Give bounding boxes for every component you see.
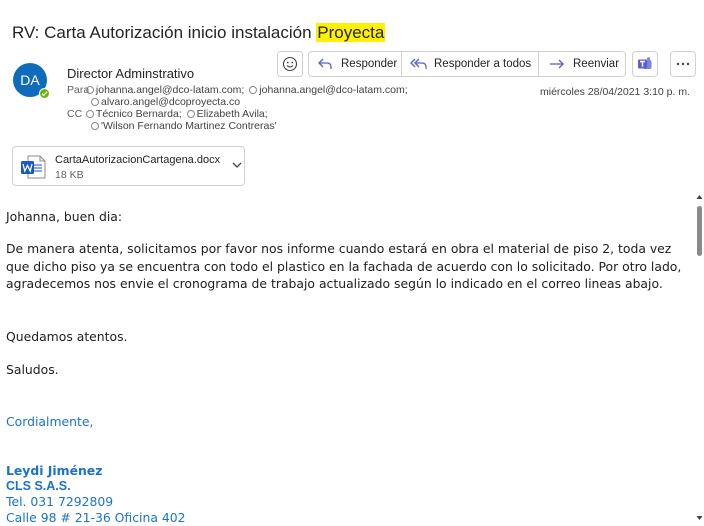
forward-icon	[550, 59, 564, 69]
presence-unknown-icon	[85, 110, 94, 118]
forward-label: Reenviar	[573, 58, 620, 70]
reply-all-icon	[410, 58, 427, 69]
presence-unknown-icon	[91, 98, 99, 106]
teams-button[interactable]	[632, 51, 658, 77]
presence-unknown-icon	[186, 110, 195, 118]
reply-label: Responder	[341, 58, 398, 70]
avatar-initials: DA	[20, 72, 40, 88]
to-line-2: alvaro.angel@dcoproyecta.co	[67, 96, 408, 108]
to-recipient[interactable]: johanna.angel@dco-latam.com;	[259, 84, 407, 96]
body-paragraph: De manera atenta, solicitamos por favor …	[6, 241, 682, 291]
more-icon	[676, 62, 690, 66]
reply-icon	[318, 58, 332, 69]
word-icon	[21, 155, 46, 179]
signature: Leydi Jiménez CLS S.A.S. Tel. 031 729280…	[6, 463, 186, 525]
reply-all-label: Responder a todos	[434, 58, 532, 70]
reply-actions-group: Responder Responder a todos Reenviar	[308, 51, 626, 77]
emoji-button[interactable]	[277, 51, 303, 77]
attachment-name: CartaAutorizacionCartagena.docx	[55, 154, 221, 166]
cc-recipient[interactable]: 'Wilson Fernando Martinez Contreras'	[101, 120, 277, 132]
signature-name: Leydi Jiménez	[6, 463, 103, 478]
sender-name[interactable]: Director Adminstrativo	[67, 66, 194, 81]
presence-unknown-icon	[85, 86, 94, 94]
reply-all-button[interactable]: Responder a todos	[402, 52, 538, 76]
cc-line-2: 'Wilson Fernando Martinez Contreras'	[67, 120, 408, 132]
forward-button[interactable]: Reenviar	[539, 52, 625, 76]
cc-recipient[interactable]: Técnico Bernarda;	[96, 108, 182, 120]
cc-label: CC	[67, 108, 83, 120]
sent-date: miércoles 28/04/2021 3:10 p. m.	[540, 86, 691, 98]
cordial-closing: Cordialmente,	[6, 414, 94, 429]
emoji-icon	[282, 56, 298, 72]
closing-line: Saludos.	[6, 362, 59, 377]
chevron-down-icon[interactable]	[232, 161, 242, 169]
presence-unknown-icon	[249, 86, 258, 94]
signature-phone: Tel. 031 7292809	[6, 494, 114, 509]
closing-line: Quedamos atentos.	[6, 329, 128, 344]
cc-line: CC Técnico Bernarda; Elizabeth Avila;	[67, 108, 408, 120]
recipients: Para johanna.angel@dco-latam.com; johann…	[67, 84, 408, 132]
scrollbar-thumb[interactable]	[697, 206, 702, 256]
email-subject: RV: Carta Autorización inicio instalació…	[12, 23, 386, 43]
teams-icon	[638, 57, 652, 69]
to-recipient[interactable]: alvaro.angel@dcoproyecta.co	[101, 96, 240, 108]
scroll-down-icon[interactable]	[696, 515, 703, 521]
to-recipient[interactable]: johanna.angel@dco-latam.com;	[96, 84, 244, 96]
cc-recipient[interactable]: Elizabeth Avila;	[197, 108, 268, 120]
presence-available-icon	[39, 88, 50, 99]
subject-highlight: Proyecta	[316, 23, 386, 42]
greeting: Johanna, buen dia:	[6, 209, 123, 224]
to-line: Para johanna.angel@dco-latam.com; johann…	[67, 84, 408, 96]
signature-address: Calle 98 # 21-36 Oficina 402	[6, 509, 186, 525]
attachment-card[interactable]: CartaAutorizacionCartagena.docx 18 KB	[12, 146, 245, 186]
attachment-size: 18 KB	[55, 169, 84, 181]
scroll-up-icon[interactable]	[696, 194, 703, 200]
reply-button[interactable]: Responder	[309, 52, 401, 76]
more-actions-button[interactable]	[670, 51, 696, 77]
presence-unknown-icon	[91, 122, 99, 130]
to-label: Para	[67, 84, 90, 96]
subject-text: RV: Carta Autorización inicio instalació…	[12, 23, 317, 42]
signature-company: CLS S.A.S.	[6, 478, 71, 493]
scrollbar[interactable]	[694, 192, 704, 526]
